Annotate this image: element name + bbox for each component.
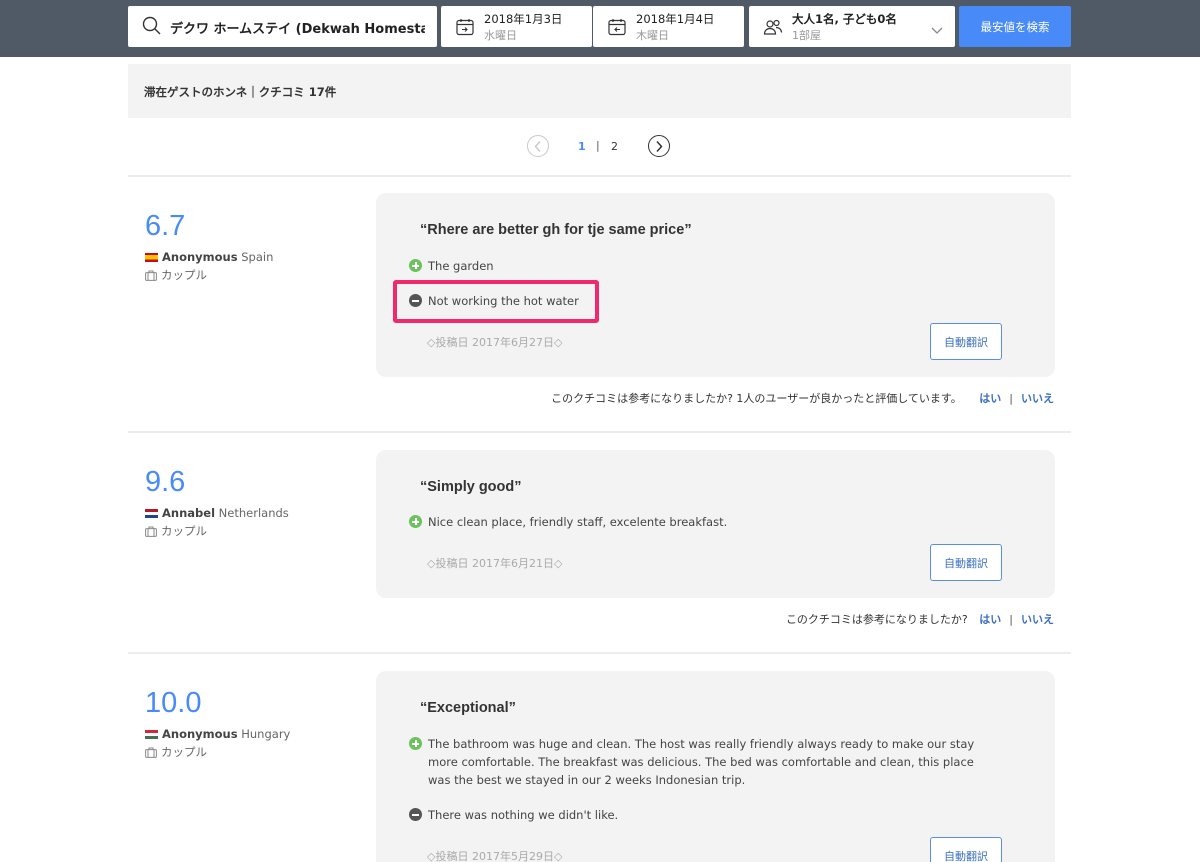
trip-type: カップル — [145, 267, 207, 283]
reviewer-country: Spain — [241, 250, 274, 264]
checkin-date: 2018年1月3日 — [484, 12, 563, 26]
page-separator: | — [596, 139, 600, 152]
reviews-header-title: 滞在ゲストのホンネ｜クチコミ 17件 — [144, 85, 337, 99]
positive-text: The bathroom was huge and clean. The hos… — [428, 737, 975, 787]
reviewer-info: Annabel Netherlands — [145, 506, 289, 520]
calendar-checkout-icon — [607, 17, 627, 41]
guests-count: 大人1名, 子ども0名 — [792, 12, 897, 26]
hotel-search-value: デクワ ホームステイ (Dekwah Homestay) — [170, 22, 425, 37]
reviewer-name: Anonymous — [162, 250, 238, 264]
posted-date: ◇投稿日 2017年5月29日◇ — [427, 850, 563, 862]
review-card: “Simply good” Nice clean place, friendly… — [376, 450, 1055, 598]
rooms-count: 1部屋 — [792, 29, 821, 42]
review-title: “Exceptional” — [420, 700, 516, 716]
review-positive: The bathroom was huge and clean. The hos… — [409, 735, 979, 789]
previous-page-button[interactable] — [527, 135, 549, 157]
checkin-date-field[interactable]: 2018年1月3日 水曜日 — [441, 6, 592, 47]
helpful-prompt: このクチコミは参考になりましたか? 1人のユーザーが良かったと評価しています。 … — [551, 390, 1054, 406]
helpful-prompt: このクチコミは参考になりましたか? はい | いいえ — [786, 611, 1054, 627]
suitcase-icon — [145, 747, 157, 758]
auto-translate-button[interactable]: 自動翻訳 — [930, 544, 1002, 581]
review-negative: There was nothing we didn't like. — [409, 806, 979, 824]
calendar-checkin-icon — [455, 17, 475, 41]
reviews-header: 滞在ゲストのホンネ｜クチコミ 17件 — [128, 64, 1071, 118]
review-score: 10.0 — [145, 687, 202, 719]
search-lowest-price-button[interactable]: 最安値を検索 — [959, 6, 1071, 47]
divider — [128, 652, 1071, 654]
auto-translate-button[interactable]: 自動翻訳 — [930, 837, 1002, 862]
people-icon — [763, 17, 783, 41]
highlight-box — [393, 280, 599, 323]
review-title: “Simply good” — [420, 479, 522, 495]
positive-text: The garden — [428, 259, 494, 273]
posted-date: ◇投稿日 2017年6月27日◇ — [427, 336, 563, 349]
review-positive: The garden — [409, 257, 979, 275]
trip-type-label: カップル — [161, 524, 207, 538]
review-card: “Exceptional” The bathroom was huge and … — [376, 671, 1055, 862]
helpful-yes-link[interactable]: はい — [979, 613, 1001, 626]
plus-icon — [409, 737, 422, 750]
reviewer-country: Hungary — [241, 727, 291, 741]
helpful-no-link[interactable]: いいえ — [1021, 392, 1054, 405]
reviewer-name: Annabel — [162, 506, 216, 520]
guests-selector[interactable]: 大人1名, 子ども0名 1部屋 — [749, 6, 955, 47]
trip-type-label: カップル — [161, 745, 207, 759]
checkout-day: 木曜日 — [636, 29, 669, 42]
hungary-flag-icon — [145, 730, 158, 739]
divider — [128, 431, 1071, 433]
review-title: “Rhere are better gh for tje same price” — [420, 222, 692, 238]
reviewer-name: Anonymous — [162, 727, 238, 741]
reviewer-info: Anonymous Hungary — [145, 727, 290, 741]
helpful-no-link[interactable]: いいえ — [1021, 613, 1054, 626]
helpful-question: このクチコミは参考になりましたか? — [785, 613, 968, 626]
review-score: 6.7 — [145, 210, 186, 242]
hotel-search-field[interactable]: デクワ ホームステイ (Dekwah Homestay) — [128, 6, 437, 47]
reviewer-info: Anonymous Spain — [145, 250, 273, 264]
suitcase-icon — [145, 270, 157, 281]
helpful-separator: | — [1009, 613, 1013, 626]
search-icon — [142, 16, 162, 40]
chevron-down-icon — [931, 20, 943, 39]
posted-date: ◇投稿日 2017年6月21日◇ — [427, 557, 563, 570]
page-link[interactable]: 2 — [611, 140, 618, 153]
helpful-question: このクチコミは参考になりましたか? 1人のユーザーが良かったと評価しています。 — [551, 392, 962, 405]
reviewer-country: Netherlands — [218, 506, 289, 520]
review-positive: Nice clean place, friendly staff, excele… — [409, 513, 979, 531]
suitcase-icon — [145, 526, 157, 537]
checkin-day: 水曜日 — [484, 29, 517, 42]
positive-text: Nice clean place, friendly staff, excele… — [428, 515, 728, 529]
auto-translate-button[interactable]: 自動翻訳 — [930, 323, 1002, 360]
netherlands-flag-icon — [145, 509, 158, 518]
minus-icon — [409, 808, 422, 821]
spain-flag-icon — [145, 253, 158, 262]
plus-icon — [409, 515, 422, 528]
trip-type: カップル — [145, 744, 207, 760]
search-bar: デクワ ホームステイ (Dekwah Homestay) 2018年1月3日 水… — [0, 0, 1200, 57]
pagination: 1 | 2 — [0, 132, 1200, 162]
helpful-yes-link[interactable]: はい — [979, 392, 1001, 405]
page-current[interactable]: 1 — [578, 140, 586, 153]
checkout-date: 2018年1月4日 — [636, 12, 715, 26]
negative-text: There was nothing we didn't like. — [428, 808, 619, 822]
plus-icon — [409, 259, 422, 272]
helpful-separator: | — [1009, 392, 1013, 405]
checkout-date-field[interactable]: 2018年1月4日 木曜日 — [593, 6, 744, 47]
next-page-button[interactable] — [648, 135, 670, 157]
review-score: 9.6 — [145, 466, 186, 498]
divider — [128, 175, 1071, 177]
trip-type-label: カップル — [161, 268, 207, 282]
trip-type: カップル — [145, 523, 207, 539]
